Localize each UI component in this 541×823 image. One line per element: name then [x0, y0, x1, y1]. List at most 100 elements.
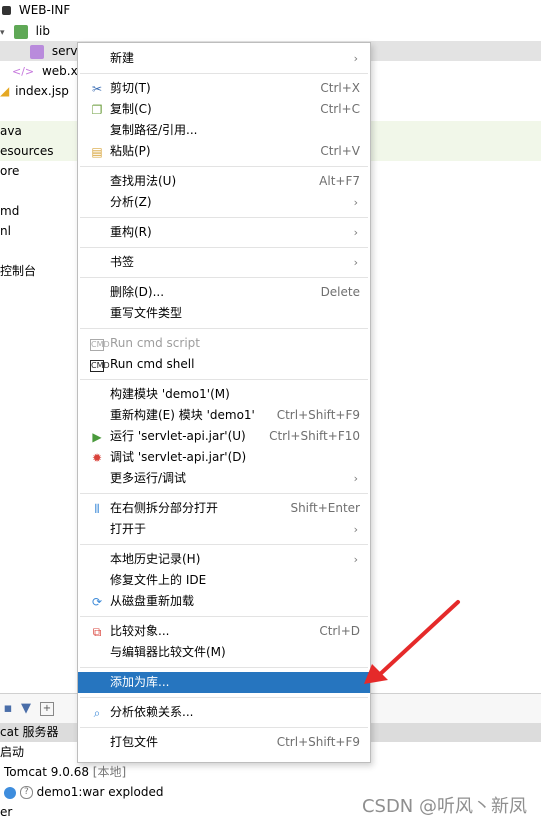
- service-row-er[interactable]: er: [0, 802, 12, 822]
- context-menu: 新建 › ✂ 剪切(T) Ctrl+X ❐ 复制(C) Ctrl+C 复制路径/…: [77, 42, 371, 763]
- shortcut-label: Ctrl+Shift+F9: [276, 408, 360, 422]
- menu-item-label: 添加为库...: [110, 675, 170, 689]
- expand-icon: ▾: [0, 28, 5, 38]
- menu-item-new[interactable]: 新建 ›: [78, 48, 370, 69]
- menu-item-run-cmd-shell[interactable]: CMD Run cmd shell: [78, 354, 370, 375]
- filter-icon[interactable]: ▼: [18, 701, 34, 717]
- reload-icon: ⟳: [91, 595, 103, 609]
- cmd-icon: CMD: [90, 339, 110, 351]
- shortcut-label: Ctrl+Shift+F9: [276, 735, 360, 749]
- tree-item-nl[interactable]: nl: [0, 221, 11, 241]
- menu-item-open-right[interactable]: ⦀ 在右侧拆分部分打开 Shift+Enter: [78, 498, 370, 519]
- clipboard-icon: ▤: [91, 145, 103, 159]
- cmd-icon: CMD: [90, 360, 110, 372]
- local-badge: [本地]: [92, 765, 127, 779]
- shortcut-label: Ctrl+C: [320, 102, 360, 116]
- menu-item-cut[interactable]: ✂ 剪切(T) Ctrl+X: [78, 78, 370, 99]
- run-icon: ▶: [92, 430, 102, 444]
- menu-item-label: Run cmd script: [110, 336, 200, 350]
- menu-item-label: 打开于: [110, 522, 147, 536]
- chevron-right-icon: ›: [353, 52, 358, 65]
- add-service-icon[interactable]: +: [40, 702, 54, 716]
- annotation-arrow-icon: [364, 600, 460, 684]
- menu-item-override-type[interactable]: 重写文件类型: [78, 303, 370, 324]
- menu-item-compare[interactable]: ⧉ 比较对象... Ctrl+D: [78, 621, 370, 642]
- chevron-right-icon: ›: [353, 256, 358, 269]
- menu-item-compare-editor[interactable]: 与编辑器比较文件(M): [78, 642, 370, 663]
- service-row-label: er: [0, 805, 13, 819]
- globe-icon: [4, 786, 16, 799]
- scissors-icon: ✂: [91, 82, 103, 96]
- chevron-right-icon: ›: [353, 196, 358, 209]
- folder-icon: [2, 6, 11, 15]
- shortcut-label: Ctrl+X: [320, 81, 360, 95]
- shortcut-label: Ctrl+D: [319, 624, 360, 638]
- menu-item-debug[interactable]: ✹ 调试 'servlet-api.jar'(D): [78, 447, 370, 468]
- menu-separator: [80, 328, 368, 329]
- tree-item-label: nl: [0, 224, 11, 238]
- menu-item-repair-ide[interactable]: 修复文件上的 IDE: [78, 570, 370, 591]
- menu-item-package-file[interactable]: 打包文件 Ctrl+Shift+F9: [78, 732, 370, 753]
- menu-item-bookmarks[interactable]: 书签 ›: [78, 252, 370, 273]
- menu-item-label: 本地历史记录(H): [110, 552, 201, 566]
- menu-separator: [80, 667, 368, 668]
- debug-icon: ✹: [91, 451, 103, 465]
- tree-item-web-inf[interactable]: WEB-INF: [0, 0, 100, 20]
- menu-item-add-as-library[interactable]: 添加为库...: [78, 672, 370, 693]
- menu-separator: [80, 247, 368, 248]
- menu-item-label: 粘贴(P): [110, 144, 151, 158]
- service-row-artifact[interactable]: ? demo1:war exploded: [4, 782, 163, 802]
- menu-item-find-usages[interactable]: 查找用法(U) Alt+F7: [78, 171, 370, 192]
- menu-item-run[interactable]: ▶ 运行 'servlet-api.jar'(U) Ctrl+Shift+F10: [78, 426, 370, 447]
- menu-item-label: 分析依赖关系...: [110, 705, 194, 719]
- tree-item-md[interactable]: md: [0, 201, 19, 221]
- menu-item-reload[interactable]: ⟳ 从磁盘重新加载: [78, 591, 370, 612]
- menu-item-label: 运行 'servlet-api.jar'(U): [110, 429, 246, 443]
- menu-item-copy-path[interactable]: 复制路径/引用...: [78, 120, 370, 141]
- dependency-icon: ⌕: [93, 706, 101, 720]
- tree-item-label: ore: [0, 164, 20, 178]
- menu-separator: [80, 544, 368, 545]
- menu-item-label: 重新构建(E) 模块 'demo1': [110, 408, 255, 422]
- group-icon[interactable]: ▪: [0, 701, 16, 717]
- tree-item-ore[interactable]: ore: [0, 161, 19, 181]
- menu-item-open-in[interactable]: 打开于 ›: [78, 519, 370, 540]
- menu-item-label: 新建: [110, 51, 135, 65]
- library-folder-icon: [13, 24, 28, 39]
- menu-item-run-cmd-script: CMD Run cmd script: [78, 333, 370, 354]
- tomcat-label: Tomcat 9.0.68: [4, 765, 89, 779]
- menu-item-label: Run cmd shell: [110, 357, 195, 371]
- menu-item-analyze[interactable]: 分析(Z) ›: [78, 192, 370, 213]
- tree-item-label: ava: [0, 124, 22, 138]
- service-row-tomcat[interactable]: Tomcat 9.0.68 [本地]: [4, 762, 126, 782]
- menu-item-build-module[interactable]: 构建模块 'demo1'(M): [78, 384, 370, 405]
- tree-item-console[interactable]: 控制台: [0, 261, 36, 281]
- menu-item-label: 从磁盘重新加载: [110, 594, 195, 608]
- menu-item-label: 查找用法(U): [110, 174, 177, 188]
- menu-separator: [80, 493, 368, 494]
- tree-item-index-jsp[interactable]: ◢ index.jsp: [0, 81, 69, 101]
- menu-item-rebuild-module[interactable]: 重新构建(E) 模块 'demo1' Ctrl+Shift+F9: [78, 405, 370, 426]
- menu-separator: [80, 217, 368, 218]
- tree-item-label: lib: [35, 24, 50, 38]
- menu-item-copy[interactable]: ❐ 复制(C) Ctrl+C: [78, 99, 370, 120]
- watermark: CSDN @听风丶新凤: [361, 796, 527, 817]
- chevron-right-icon: ›: [353, 472, 358, 485]
- menu-item-analyze-deps[interactable]: ⌕ 分析依赖关系...: [78, 702, 370, 723]
- service-row-started[interactable]: 启动: [0, 742, 24, 762]
- menu-item-delete[interactable]: 删除(D)... Delete: [78, 282, 370, 303]
- tree-item-label: 控制台: [0, 264, 37, 278]
- menu-item-paste[interactable]: ▤ 粘贴(P) Ctrl+V: [78, 141, 370, 162]
- tree-item-lib[interactable]: ▾ lib: [0, 21, 100, 41]
- tree-item-label: esources: [0, 144, 54, 158]
- menu-item-label: 调试 'servlet-api.jar'(D): [110, 450, 247, 464]
- menu-item-label: 比较对象...: [110, 624, 170, 638]
- jsp-icon: ◢: [0, 84, 10, 98]
- tree-item-label: index.jsp: [15, 84, 69, 98]
- split-icon: ⦀: [94, 502, 100, 516]
- menu-item-more-run[interactable]: 更多运行/调试 ›: [78, 468, 370, 489]
- jar-icon: [30, 44, 44, 59]
- shortcut-label: Delete: [320, 285, 360, 299]
- menu-item-refactor[interactable]: 重构(R) ›: [78, 222, 370, 243]
- menu-item-local-history[interactable]: 本地历史记录(H) ›: [78, 549, 370, 570]
